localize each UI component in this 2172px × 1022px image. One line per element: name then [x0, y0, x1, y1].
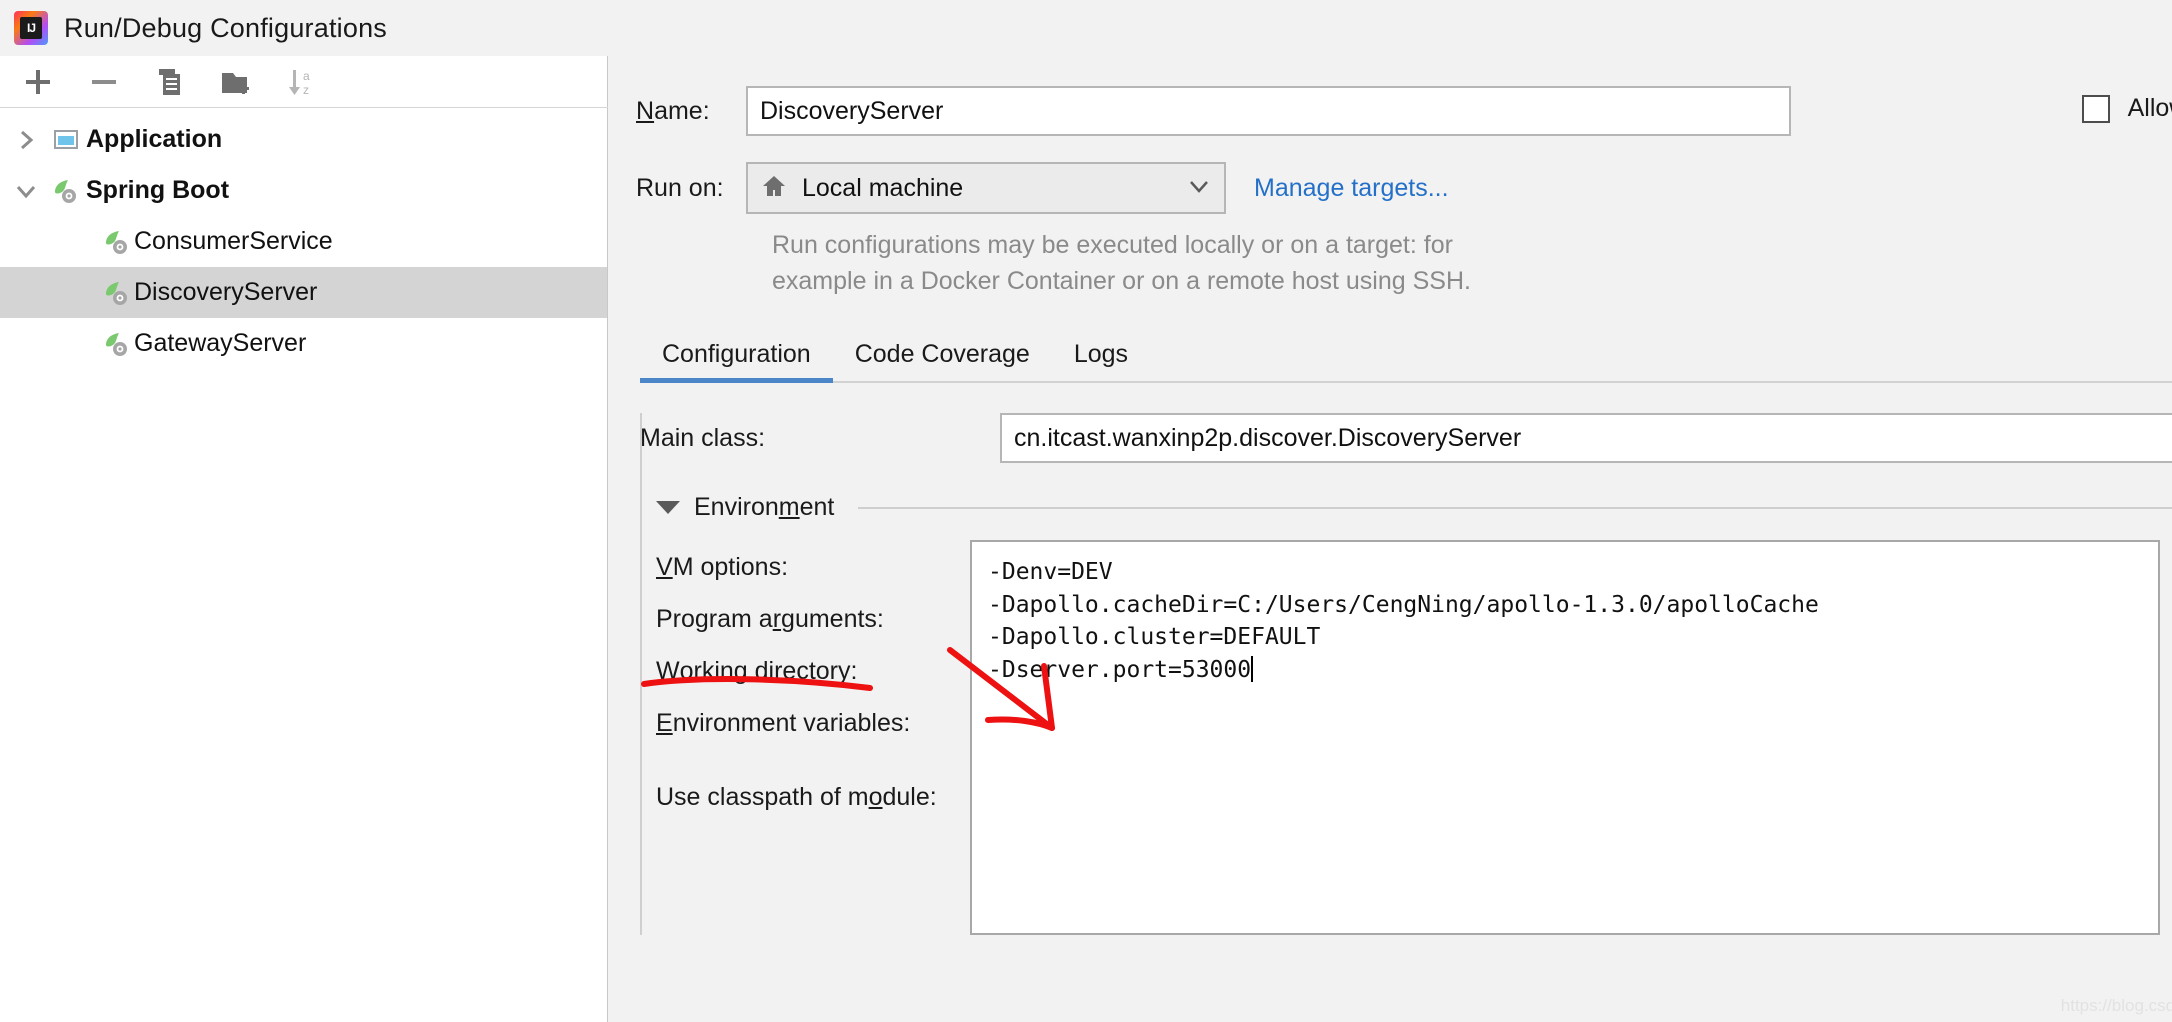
- spring-boot-icon: [100, 227, 134, 257]
- name-label: Name:: [636, 96, 710, 125]
- tree-item-spring-boot[interactable]: Spring Boot: [0, 165, 607, 216]
- allow-parallel-run-checkbox[interactable]: Allow parallel run: [2081, 94, 2172, 123]
- environment-fields: VM options: Program a r guments: Working d…: [640, 540, 2172, 935]
- tree-item-label: ConsumerService: [134, 227, 333, 255]
- section-divider-line: [858, 506, 2172, 509]
- vm-options-line-with-caret: -Dserver.port=53000: [988, 655, 1254, 683]
- remove-configuration-button[interactable]: [76, 59, 132, 105]
- chevron-down-icon[interactable]: [1186, 173, 1212, 204]
- run-on-hint: Run configurations may be executed local…: [772, 228, 1672, 299]
- configurations-sidebar: a z Application Spring Boot ConsumerServ…: [0, 56, 608, 1022]
- environment-section-title: Environment: [694, 493, 835, 521]
- add-configuration-button[interactable]: [10, 59, 66, 105]
- tree-item-gatewayserver[interactable]: GatewayServer: [0, 318, 607, 369]
- vm-options-label: VM options:: [656, 552, 789, 581]
- tree-item-label: Application: [86, 125, 223, 153]
- checkbox-box[interactable]: [2081, 94, 2110, 123]
- main-class-label: Main class:: [640, 423, 766, 452]
- home-icon: [760, 172, 788, 205]
- run-on-hint-line-1: Run configurations may be executed local…: [772, 231, 1453, 259]
- run-on-value: Local machine: [802, 173, 964, 202]
- configuration-content-pane: Name: DiscoveryServer Run on: Local mach…: [608, 56, 2172, 1022]
- svg-text:a: a: [303, 69, 310, 83]
- new-folder-button[interactable]: [208, 59, 264, 105]
- intellij-idea-logo-icon: IJ: [14, 11, 48, 45]
- sort-configurations-button[interactable]: a z: [274, 59, 330, 105]
- environment-variables-label: Environment variables:: [656, 708, 911, 737]
- spring-boot-icon: [100, 329, 134, 359]
- configuration-tab-panel: Main class: cn.itcast.wanxinp2p.discover…: [640, 413, 2172, 935]
- tree-item-consumerservice[interactable]: ConsumerService: [0, 216, 607, 267]
- run-on-combobox[interactable]: Local machine: [746, 162, 1226, 214]
- run-on-label: Run on:: [636, 173, 724, 202]
- working-directory-label: Working directory:: [656, 656, 858, 685]
- title-bar: IJ Run/Debug Configurations: [0, 0, 2172, 56]
- tree-item-application[interactable]: Application: [0, 114, 607, 165]
- tree-item-label: GatewayServer: [134, 329, 307, 357]
- use-classpath-of-module-label: Use classpath of m o dule:: [656, 782, 937, 811]
- chevron-right-icon[interactable]: [6, 129, 46, 151]
- name-input[interactable]: DiscoveryServer: [746, 86, 1791, 136]
- allow-parallel-run-label: Allow parallel run: [2127, 94, 2172, 122]
- vm-options-line: -Dapollo.cluster=DEFAULT: [988, 624, 1321, 651]
- run-on-row: Run on: Local machine Manage targets...: [636, 162, 2172, 214]
- triangle-down-icon[interactable]: [656, 501, 680, 514]
- tab-code-coverage[interactable]: Code Coverage: [833, 340, 1052, 381]
- main-class-row: Main class: cn.itcast.wanxinp2p.discover…: [640, 413, 2172, 463]
- vm-options-line: -Dapollo.cacheDir=C:/Users/CengNing/apol…: [988, 591, 1819, 618]
- watermark: https://blog.csdn.net/weixin_45540382: [2060, 996, 2172, 1015]
- configuration-tabs[interactable]: Configuration Code Coverage Logs: [640, 325, 2172, 383]
- tree-item-label: Spring Boot: [86, 176, 230, 204]
- dialog-title: Run/Debug Configurations: [64, 12, 387, 43]
- logo-text: IJ: [26, 21, 36, 35]
- dialog-body: a z Application Spring Boot ConsumerServ…: [0, 56, 2172, 1022]
- tab-configuration[interactable]: Configuration: [640, 340, 833, 383]
- svg-text:z: z: [303, 83, 309, 97]
- program-arguments-label: Program a r guments:: [656, 604, 884, 633]
- spring-boot-icon: [46, 176, 86, 206]
- spring-boot-icon: [100, 278, 134, 308]
- tree-item-discoveryserver[interactable]: DiscoveryServer: [0, 267, 607, 318]
- tab-logs[interactable]: Logs: [1052, 340, 1150, 381]
- application-icon: [46, 125, 86, 155]
- chevron-down-icon[interactable]: [6, 180, 46, 202]
- environment-field-labels: VM options: Program a r guments: Working d…: [640, 540, 970, 935]
- manage-targets-link[interactable]: Manage targets...: [1254, 174, 1449, 203]
- environment-section-header[interactable]: Environment: [656, 493, 2172, 522]
- main-class-input[interactable]: cn.itcast.wanxinp2p.discover.DiscoverySe…: [1000, 413, 2172, 463]
- text-caret: [1251, 655, 1254, 682]
- tree-item-label: DiscoveryServer: [134, 278, 318, 306]
- sidebar-toolbar: a z: [0, 56, 608, 108]
- run-debug-configurations-dialog: IJ Run/Debug Configurations a z Applicat…: [0, 0, 2172, 1022]
- run-on-hint-line-2: example in a Docker Container or on a re…: [772, 266, 1471, 295]
- general-settings: Name: DiscoveryServer Run on: Local mach…: [608, 56, 2172, 299]
- configurations-tree[interactable]: Application Spring Boot ConsumerService …: [0, 108, 607, 369]
- name-row: Name: DiscoveryServer: [636, 86, 2172, 136]
- vm-options-line: -Denv=DEV: [988, 559, 1113, 585]
- copy-configuration-button[interactable]: [142, 59, 198, 105]
- vm-options-textarea[interactable]: -Denv=DEV -Dapollo.cacheDir=C:/Users/Ceng…: [970, 540, 2160, 935]
